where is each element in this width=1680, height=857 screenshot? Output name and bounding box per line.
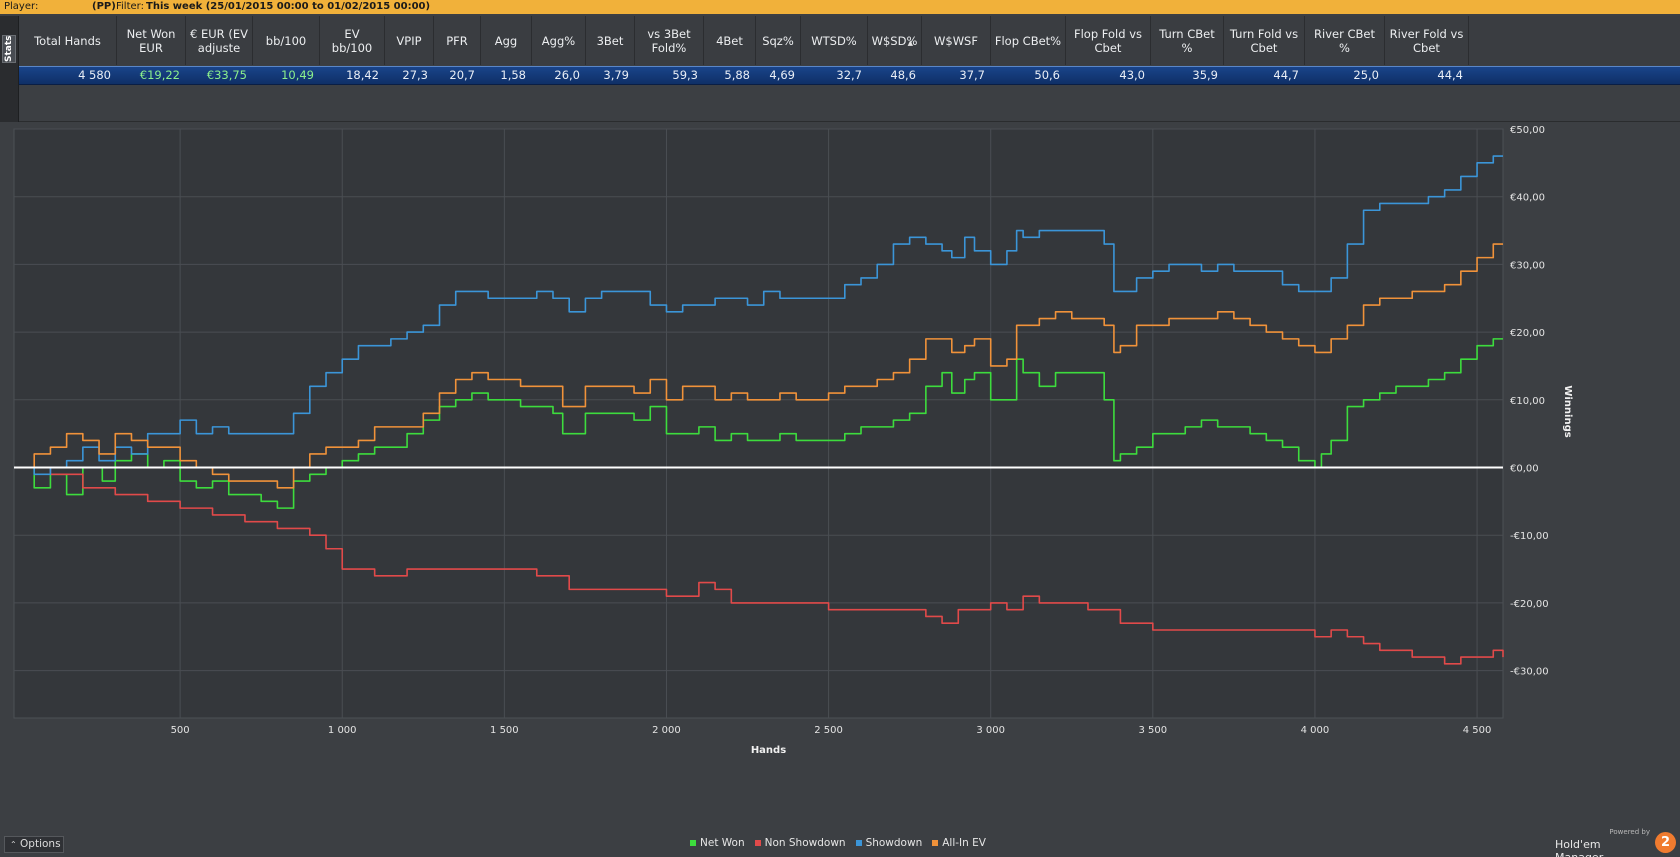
- options-label: Options: [20, 838, 61, 850]
- column-header[interactable]: Flop Fold vs Cbet: [1066, 16, 1151, 65]
- legend-label: Net Won: [700, 837, 745, 849]
- column-header[interactable]: Sqz%: [756, 16, 801, 65]
- x-tick-label: 3 000: [976, 725, 1005, 736]
- hem-logo-icon: 2: [1655, 832, 1676, 853]
- y-tick-label: €40,00: [1510, 193, 1545, 204]
- stat-cell: 1,58: [500, 68, 526, 82]
- stat-cell: 25,0: [1353, 68, 1379, 82]
- column-header[interactable]: W$SD% ▲: [868, 16, 922, 65]
- legend-label: Non Showdown: [764, 837, 846, 849]
- stats-table-empty-area: [19, 86, 1680, 122]
- legend-label: All-In EV: [942, 837, 986, 849]
- column-header[interactable]: EV bb/100: [320, 16, 385, 65]
- sort-ascending-icon: ▲: [907, 39, 913, 47]
- column-header[interactable]: 4Bet: [704, 16, 756, 65]
- column-header[interactable]: WTSD%: [801, 16, 868, 65]
- legend-item[interactable]: Net Won: [690, 835, 745, 851]
- x-tick-label: 4 000: [1301, 725, 1330, 736]
- hem2-report-window: Player: (PP) Filter: This week (25/01/20…: [0, 0, 1680, 857]
- legend-swatch: [754, 840, 761, 846]
- stat-cell: 4 580: [78, 68, 111, 82]
- column-header[interactable]: Turn Fold vs Cbet: [1224, 16, 1305, 65]
- y-tick-label: -€10,00: [1510, 531, 1549, 542]
- stat-cell: 10,49: [281, 68, 314, 82]
- stat-cell: €33,75: [206, 68, 247, 82]
- options-button[interactable]: ⌃ Options: [4, 836, 64, 853]
- column-header[interactable]: PFR: [434, 16, 481, 65]
- column-header[interactable]: River Fold vs Cbet: [1385, 16, 1469, 65]
- stat-cell: 48,6: [890, 68, 916, 82]
- stat-cell: 32,7: [836, 68, 862, 82]
- column-header[interactable]: W$WSF: [922, 16, 991, 65]
- winnings-chart: €50,00 €40,00 €30,00 €20,00 €10,00 €0,00 -€10,…: [13, 125, 1573, 756]
- x-tick-label: 2 000: [652, 725, 681, 736]
- filter-bar: Player: (PP) Filter: This week (25/01/20…: [0, 0, 1680, 14]
- winnings-graph-panel: €50,00 €40,00 €30,00 €20,00 €10,00 €0,00 -€10,…: [0, 123, 1680, 857]
- brand-name: Hold'em Manager: [1555, 838, 1603, 857]
- legend-item[interactable]: All-In EV: [932, 835, 986, 851]
- stats-tab-label[interactable]: Stats: [2, 35, 16, 63]
- stat-cell: €19,22: [139, 68, 180, 82]
- stat-cell: 27,3: [402, 68, 428, 82]
- column-header[interactable]: 3Bet: [586, 16, 635, 65]
- stat-cell: 20,7: [449, 68, 475, 82]
- powered-by-text: Powered by: [1609, 828, 1650, 836]
- legend-swatch: [932, 840, 939, 846]
- stat-cell: 18,42: [346, 68, 379, 82]
- stat-cell: 44,4: [1437, 68, 1463, 82]
- column-header[interactable]: Turn CBet %: [1151, 16, 1224, 65]
- stats-table-header: Total Hands Net Won EUR € EUR (EV adjuste b…: [19, 16, 1680, 65]
- x-tick-label: 500: [171, 725, 190, 736]
- legend-swatch: [855, 840, 862, 846]
- column-header[interactable]: vs 3Bet Fold%: [635, 16, 704, 65]
- x-tick-label: 1 500: [490, 725, 519, 736]
- y-tick-label: -€30,00: [1510, 667, 1549, 678]
- y-tick-label: €20,00: [1510, 328, 1545, 339]
- stat-cell: 59,3: [672, 68, 698, 82]
- y-tick-label: -€20,00: [1510, 599, 1549, 610]
- x-tick-label: 2 500: [814, 725, 843, 736]
- column-header[interactable]: Flop CBet%: [991, 16, 1066, 65]
- column-header[interactable]: € EUR (EV adjuste: [186, 16, 253, 65]
- player-site[interactable]: (PP): [92, 0, 116, 14]
- y-tick-label: €10,00: [1510, 396, 1545, 407]
- y-tick-label: €50,00: [1510, 125, 1545, 136]
- stat-cell: 3,79: [603, 68, 629, 82]
- column-header[interactable]: Total Hands: [19, 16, 117, 65]
- y-tick-label: €0,00: [1510, 464, 1539, 475]
- stat-cell: 26,0: [554, 68, 580, 82]
- x-tick-label: 3 500: [1139, 725, 1168, 736]
- stat-cell: 5,88: [724, 68, 750, 82]
- chart-legend: Net Won Non Showdown Showdown All-In EV: [690, 835, 986, 851]
- legend-item[interactable]: Showdown: [855, 835, 923, 851]
- y-tick-label: €30,00: [1510, 260, 1545, 271]
- legend-item[interactable]: Non Showdown: [754, 835, 846, 851]
- branding: Powered by Hold'em Manager 2: [1555, 826, 1680, 857]
- y-axis-label: Winnings: [1562, 385, 1573, 437]
- stat-cell: 4,69: [769, 68, 795, 82]
- filter-label: Filter:: [116, 1, 144, 12]
- column-header[interactable]: bb/100: [253, 16, 320, 65]
- stat-cell: 37,7: [959, 68, 985, 82]
- stats-table-row[interactable]: 4 580 €19,22 €33,75 10,49 18,42 27,3 20,7 1,58 2…: [19, 66, 1680, 85]
- column-header[interactable]: Agg%: [532, 16, 586, 65]
- column-header[interactable]: Agg: [481, 16, 532, 65]
- x-axis-label: Hands: [751, 745, 786, 756]
- filter-value[interactable]: This week (25/01/2015 00:00 to 01/02/201…: [146, 0, 430, 14]
- column-header[interactable]: Net Won EUR: [117, 16, 186, 65]
- column-header[interactable]: VPIP: [385, 16, 434, 65]
- stat-cell: 50,6: [1034, 68, 1060, 82]
- player-label: Player:: [4, 1, 39, 12]
- stat-cell: 44,7: [1273, 68, 1299, 82]
- stats-side-tab[interactable]: Stats: [0, 16, 19, 122]
- stat-cell: 35,9: [1192, 68, 1218, 82]
- x-tick-label: 1 000: [328, 725, 357, 736]
- column-header[interactable]: River CBet %: [1305, 16, 1385, 65]
- legend-swatch: [690, 840, 696, 846]
- stat-cell: 43,0: [1119, 68, 1145, 82]
- x-tick-label: 4 500: [1463, 725, 1492, 736]
- legend-label: Showdown: [865, 837, 923, 849]
- chevron-up-icon: ⌃: [10, 840, 17, 849]
